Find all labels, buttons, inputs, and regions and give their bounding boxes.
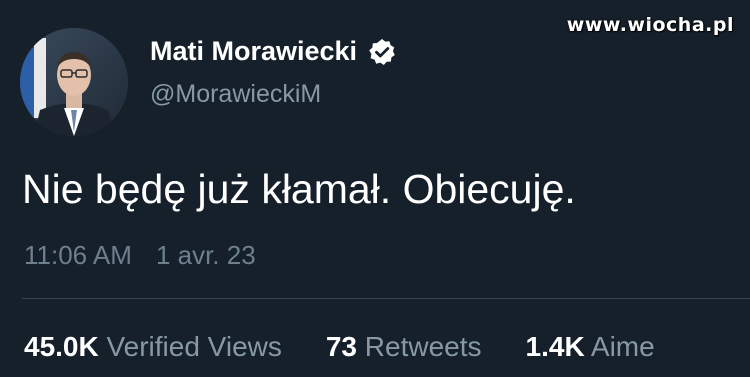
stat-retweets-label: Retweets	[364, 331, 482, 362]
avatar-photo	[20, 28, 128, 136]
stat-views-label: Verified Views	[106, 331, 282, 362]
tweet-meta: 11:06 AM 1 avr. 23	[24, 240, 256, 271]
watermark: www.wiocha.pl	[566, 14, 734, 36]
author-handle[interactable]: @MorawieckiM	[150, 80, 321, 109]
stat-likes-value: 1.4K	[525, 331, 585, 362]
stat-views-value: 45.0K	[24, 331, 99, 362]
author-name[interactable]: Mati Morawiecki	[150, 36, 357, 67]
stat-views[interactable]: 45.0K Verified Views	[24, 331, 282, 363]
divider	[22, 298, 750, 299]
stat-retweets-value: 73	[325, 331, 358, 362]
stat-retweets[interactable]: 73 Retweets	[326, 331, 482, 363]
tweet-text: Nie będę już kłamał. Obiecuję.	[22, 166, 576, 212]
avatar[interactable]	[20, 28, 128, 136]
stat-likes[interactable]: 1.4K Aime	[526, 331, 655, 363]
tweet-time[interactable]: 11:06 AM	[24, 240, 132, 271]
tweet-date[interactable]: 1 avr. 23	[156, 240, 256, 271]
tweet-stats: 45.0K Verified Views 73 Retweets 1.4K Ai…	[24, 331, 655, 363]
stat-likes-label: Aime	[590, 331, 655, 362]
author-name-row[interactable]: Mati Morawiecki	[150, 36, 397, 67]
verified-badge-icon	[369, 38, 395, 65]
